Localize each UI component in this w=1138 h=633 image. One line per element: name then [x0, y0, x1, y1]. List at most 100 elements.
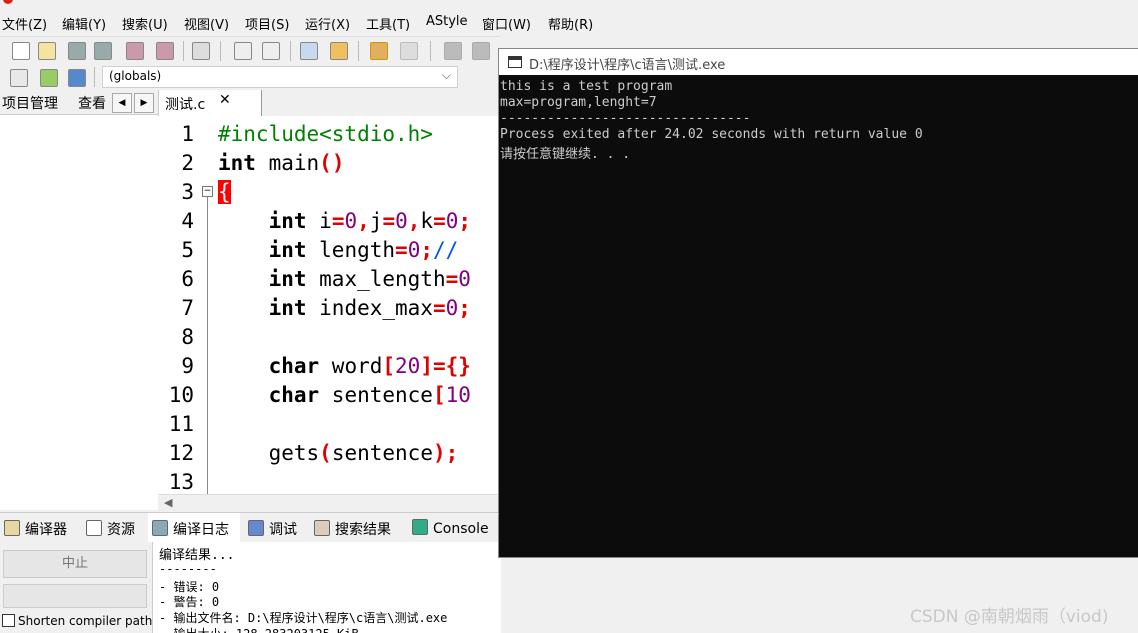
code-editor[interactable]: 1 2 3 4 5 6 7 8 9 10 11 12 13 − #include… [158, 116, 500, 494]
code-line: int index_max=0; [268, 296, 471, 320]
toolbar-separator [430, 41, 431, 61]
goto-declaration-icon[interactable] [40, 69, 58, 87]
line-number: 11 [168, 412, 194, 436]
checkbox-icon[interactable] [2, 614, 15, 627]
fold-toggle-icon[interactable]: − [202, 186, 213, 197]
tab-compile-log-label: 编译日志 [173, 522, 229, 538]
insert-icon[interactable] [10, 69, 28, 87]
console-title-bar[interactable]: D:\程序设计\程序\c语言\测试.exe [499, 49, 1138, 75]
watermark: CSDN @南朝烟雨（viod) [910, 607, 1109, 627]
console-window-icon [508, 56, 522, 68]
compile-log-output[interactable]: 编译结果... -------- - 错误: 0 - 警告: 0 - 输出文件名… [152, 542, 501, 633]
chevron-down-icon: ⌵ [441, 68, 451, 82]
scroll-left-icon[interactable]: ◀ [164, 496, 172, 509]
line-number: 4 [181, 209, 194, 233]
console-icon [412, 519, 428, 535]
find-icon[interactable] [234, 42, 252, 60]
save-all-icon[interactable] [94, 42, 112, 60]
console-line: Process exited after 24.02 seconds with … [500, 127, 923, 142]
toolbar-remnant [500, 36, 1138, 48]
compile-log-icon [152, 520, 168, 536]
tab-search-results[interactable]: 搜索结果 [314, 519, 391, 539]
line-number: 1 [181, 122, 194, 146]
scope-dropdown-value: (globals) [109, 69, 162, 83]
log-line: 输出大小: 128.283203125 KiB [159, 625, 358, 633]
goto-line-icon[interactable] [300, 42, 318, 60]
menu-bar: 文件(Z) 编辑(Y) 搜索(U) 视图(V) 项目(S) 运行(X) 工具(T… [0, 10, 1138, 34]
menu-window[interactable]: 窗口(W) [482, 14, 531, 33]
tab-debug-label: 调试 [269, 522, 297, 538]
editor-tabs: 测试.c ✕ [158, 90, 500, 116]
tab-resources[interactable]: 资源 [86, 519, 135, 539]
goto-definition-icon[interactable] [68, 69, 86, 87]
console-window[interactable]: D:\程序设计\程序\c语言\测试.exe this is a test pro… [498, 48, 1138, 558]
unindent-icon[interactable] [472, 42, 490, 60]
line-number: 9 [181, 354, 194, 378]
undo-icon[interactable] [370, 42, 388, 60]
tab-compiler-label: 编译器 [25, 522, 67, 538]
menu-edit[interactable]: 编辑(Y) [62, 14, 106, 33]
line-number: 12 [168, 441, 194, 465]
menu-view[interactable]: 视图(V) [184, 14, 229, 33]
code-line: int length=0;// [268, 238, 459, 262]
line-number: 3 [181, 180, 194, 204]
bottom-panel-tabs: 编译器 资源 编译日志 调试 搜索结果 Console [0, 512, 500, 543]
code-line: { [218, 180, 231, 204]
open-file-icon[interactable] [38, 42, 56, 60]
resources-icon [86, 520, 102, 536]
fold-guide [207, 197, 208, 494]
toolbar-separator [183, 41, 184, 61]
tab-debug[interactable]: 调试 [248, 519, 297, 539]
save-icon[interactable] [68, 42, 86, 60]
close-all-icon[interactable] [156, 42, 174, 60]
tab-search-results-label: 搜索结果 [335, 522, 391, 538]
horizontal-scrollbar[interactable]: ◀ [158, 494, 500, 513]
menu-tools[interactable]: 工具(T) [366, 14, 410, 33]
menu-file[interactable]: 文件(Z) [2, 14, 47, 33]
menu-run[interactable]: 运行(X) [305, 14, 350, 33]
console-line: 请按任意键继续. . . [500, 147, 631, 162]
close-file-icon[interactable] [126, 42, 144, 60]
close-icon[interactable]: ✕ [219, 92, 231, 108]
line-number: 7 [181, 296, 194, 320]
new-file-icon[interactable] [12, 42, 30, 60]
tab-compile-log[interactable]: 编译日志 [152, 519, 229, 539]
console-line: this is a test program [500, 79, 673, 94]
log-line: -------- [159, 562, 217, 576]
abort-button[interactable]: 中止 [3, 550, 147, 578]
print-icon[interactable] [192, 42, 210, 60]
log-line: - 警告: 0 [159, 595, 220, 609]
code-line: char sentence[10 [268, 383, 471, 407]
tab-class-view[interactable]: 查看 [78, 93, 106, 113]
menu-project[interactable]: 项目(S) [245, 14, 289, 33]
tab-project-manager[interactable]: 项目管理 [2, 93, 58, 113]
bookmark-icon[interactable] [330, 42, 348, 60]
line-number: 10 [168, 383, 194, 407]
line-number-gutter: 1 2 3 4 5 6 7 8 9 10 11 12 13 − [158, 116, 216, 494]
log-line: - 输出文件名: D:\程序设计\程序\c语言\测试.exe [159, 611, 448, 625]
toolbar-separator [220, 41, 221, 61]
console-line: max=program,lenght=7 [500, 95, 657, 110]
tab-compiler[interactable]: 编译器 [4, 519, 67, 539]
console-title: D:\程序设计\程序\c语言\测试.exe [529, 58, 726, 73]
window-title-bar [0, 0, 1138, 8]
tab-scroll-right-icon[interactable]: ▶ [134, 93, 154, 113]
tab-test-c[interactable]: 测试.c ✕ [158, 90, 262, 116]
redo-icon[interactable] [400, 42, 418, 60]
toolbar-separator [94, 67, 95, 87]
menu-astyle[interactable]: AStyle [426, 14, 468, 29]
compile-progress-bar [3, 584, 147, 608]
compile-controls: 中止 Shorten compiler paths [0, 542, 159, 633]
tab-scroll-left-icon[interactable]: ◀ [112, 93, 132, 113]
menu-help[interactable]: 帮助(R) [548, 14, 593, 33]
indent-icon[interactable] [444, 42, 462, 60]
menu-search[interactable]: 搜索(U) [122, 14, 168, 33]
line-number: 6 [181, 267, 194, 291]
shorten-paths-checkbox[interactable]: Shorten compiler paths [2, 614, 159, 628]
replace-icon[interactable] [262, 42, 280, 60]
scope-dropdown[interactable]: (globals) ⌵ [102, 66, 458, 88]
code-line: int i=0,j=0,k=0; [268, 209, 472, 233]
tab-resources-label: 资源 [107, 522, 135, 538]
tab-console[interactable]: Console [412, 519, 489, 537]
toolbar-separator [290, 41, 291, 61]
